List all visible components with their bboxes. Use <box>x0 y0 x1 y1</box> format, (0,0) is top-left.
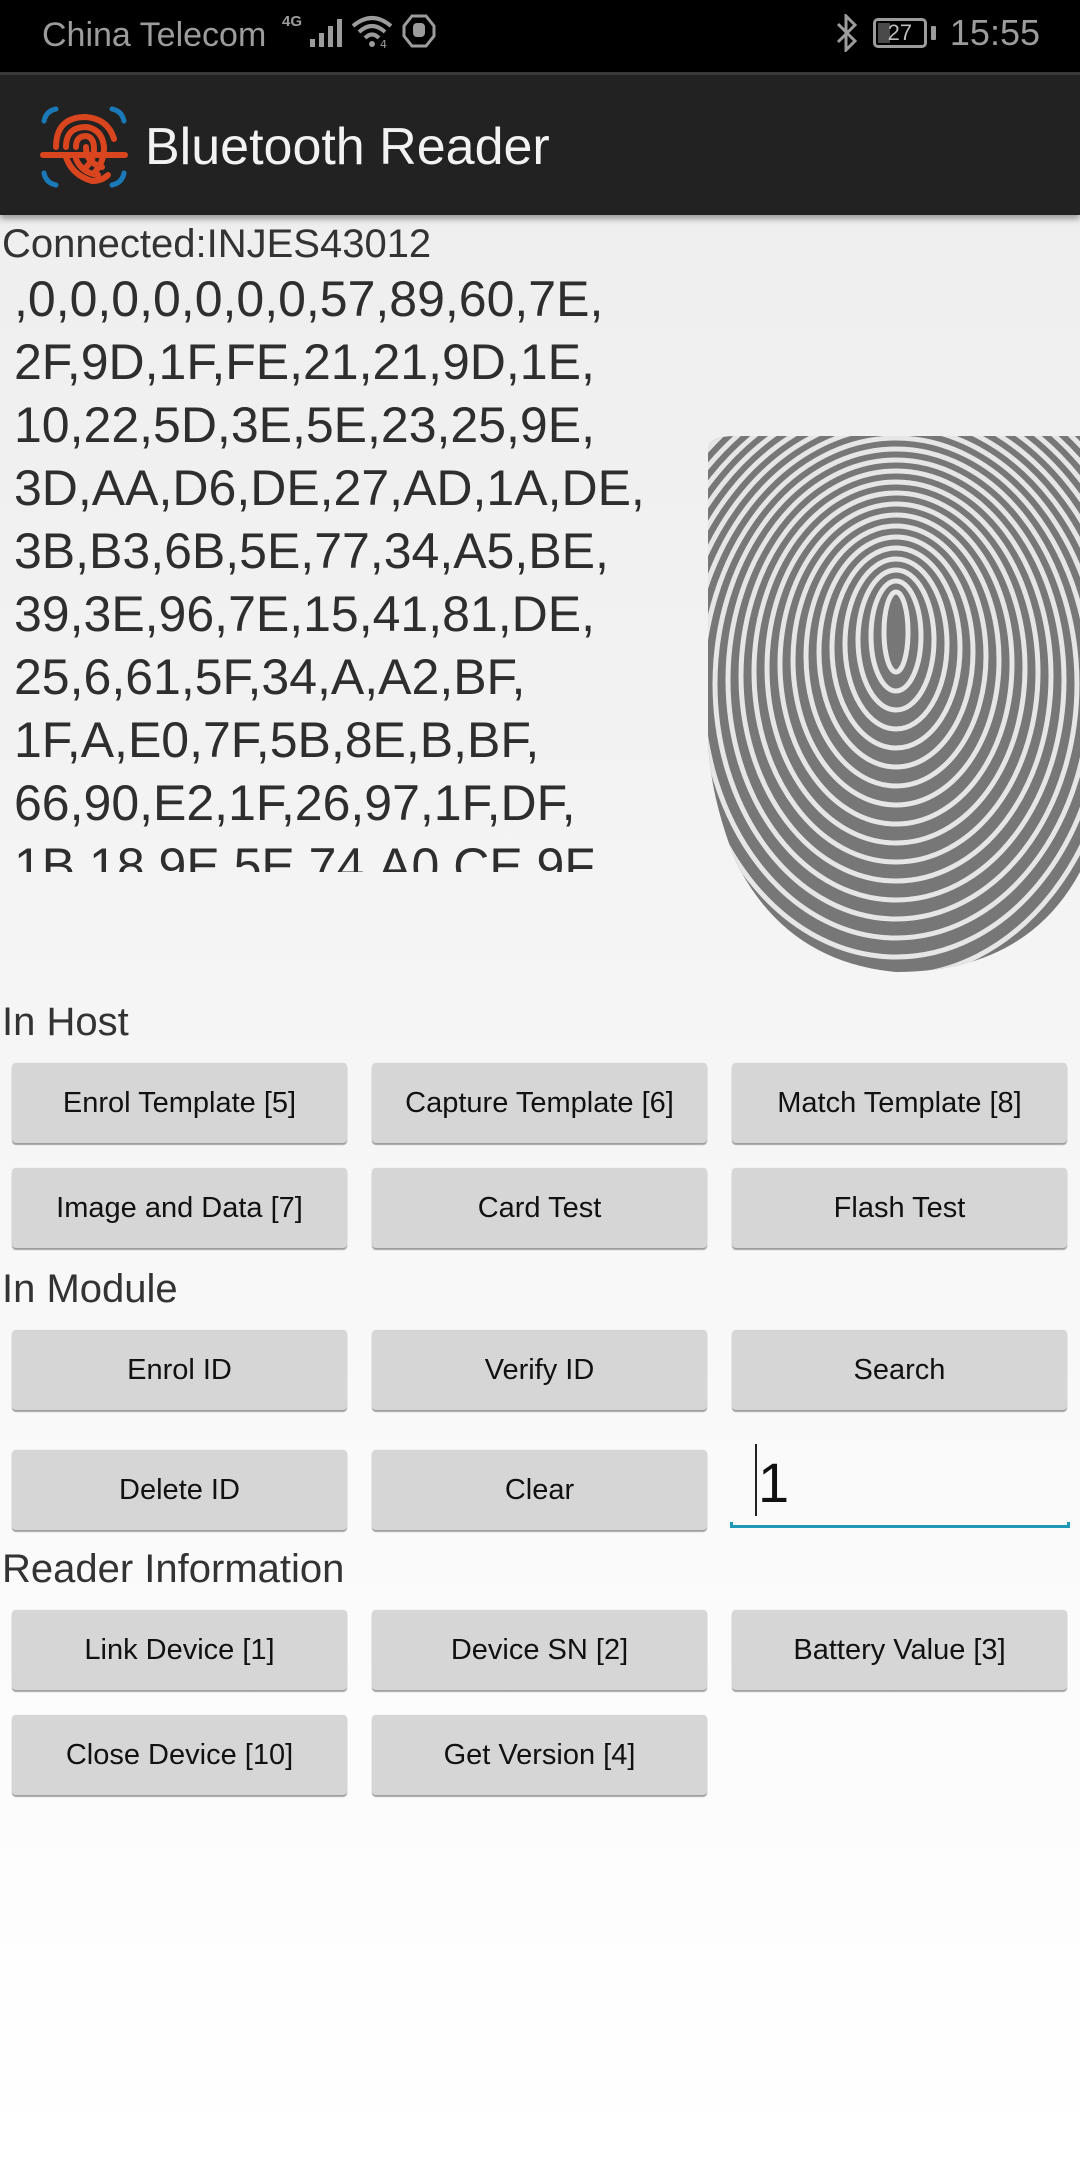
hand-block-icon <box>402 14 436 48</box>
app-bar: Bluetooth Reader <box>0 72 1080 215</box>
bluetooth-icon <box>836 14 858 52</box>
input-underline <box>730 1522 1070 1528</box>
status-bar: China Telecom 4G 4 27 15:55 <box>0 0 1080 72</box>
network-type-label: 4G <box>282 12 303 30</box>
enrol-id-button[interactable]: Enrol ID <box>12 1330 347 1410</box>
status-icons-left: 4G 4 <box>282 12 436 48</box>
capture-template-button[interactable]: Capture Template [6] <box>372 1063 707 1143</box>
text-caret <box>755 1444 757 1516</box>
flash-test-button[interactable]: Flash Test <box>732 1168 1067 1248</box>
hex-line: ,0,0,0,0,0,0,0,57,89,60,7E, <box>14 271 604 327</box>
image-and-data-button[interactable]: Image and Data [7] <box>12 1168 347 1248</box>
hex-line: 39,3E,96,7E,15,41,81,DE, <box>14 586 595 642</box>
signal-icon <box>310 15 343 47</box>
match-template-button[interactable]: Match Template [8] <box>732 1063 1067 1143</box>
carrier-name: China Telecom <box>42 16 267 54</box>
battery-level: 27 <box>887 20 913 45</box>
battery-tip <box>930 26 936 40</box>
connection-status: Connected:INJES43012 <box>2 222 432 266</box>
wifi-icon: 4 <box>351 16 393 48</box>
hex-line: 1F,A,E0,7F,5B,8E,B,BF, <box>14 712 540 768</box>
get-version-button[interactable]: Get Version [4] <box>372 1715 707 1795</box>
enrol-template-button[interactable]: Enrol Template [5] <box>12 1063 347 1143</box>
hex-line: 3D,AA,D6,DE,27,AD,1A,DE, <box>14 460 645 516</box>
app-title: Bluetooth Reader <box>145 118 550 176</box>
fingerprint-image <box>708 436 1080 972</box>
hex-line: 25,6,61,5F,34,A,A2,BF, <box>14 649 526 705</box>
hex-line: 3B,B3,6B,5E,77,34,A5,BE, <box>14 523 609 579</box>
id-input-field[interactable]: 1 <box>730 1440 1070 1528</box>
section-reader-information: Reader Information <box>2 1547 345 1591</box>
delete-id-button[interactable]: Delete ID <box>12 1450 347 1530</box>
battery-icon: 27 <box>872 18 927 48</box>
hex-line: 1B,18,9E,5E,74,A0,CE,9F <box>14 838 595 872</box>
fingerprint-scan-icon <box>40 106 128 188</box>
device-sn-button[interactable]: Device SN [2] <box>372 1610 707 1690</box>
battery-value-button[interactable]: Battery Value [3] <box>732 1610 1067 1690</box>
verify-id-button[interactable]: Verify ID <box>372 1330 707 1410</box>
section-in-module: In Module <box>2 1267 178 1311</box>
clock: 15:55 <box>949 12 1040 53</box>
hex-line: 66,90,E2,1F,26,97,1F,DF, <box>14 775 576 831</box>
link-device-button[interactable]: Link Device [1] <box>12 1610 347 1690</box>
hex-line: 10,22,5D,3E,5E,23,25,9E, <box>14 397 595 453</box>
hex-line: 2F,9D,1F,FE,21,21,9D,1E, <box>14 334 595 390</box>
status-icons-right: 27 15:55 <box>835 12 1040 54</box>
card-test-button[interactable]: Card Test <box>372 1168 707 1248</box>
section-in-host: In Host <box>2 1000 129 1044</box>
clear-button[interactable]: Clear <box>372 1450 707 1530</box>
hex-output-scroll[interactable]: ,0,0,0,0,0,0,0,57,89,60,7E, 2F,9D,1F,FE,… <box>14 268 654 872</box>
svg-text:4: 4 <box>380 38 387 48</box>
id-input-value: 1 <box>758 1451 790 1514</box>
search-button[interactable]: Search <box>732 1330 1067 1410</box>
close-device-button[interactable]: Close Device [10] <box>12 1715 347 1795</box>
